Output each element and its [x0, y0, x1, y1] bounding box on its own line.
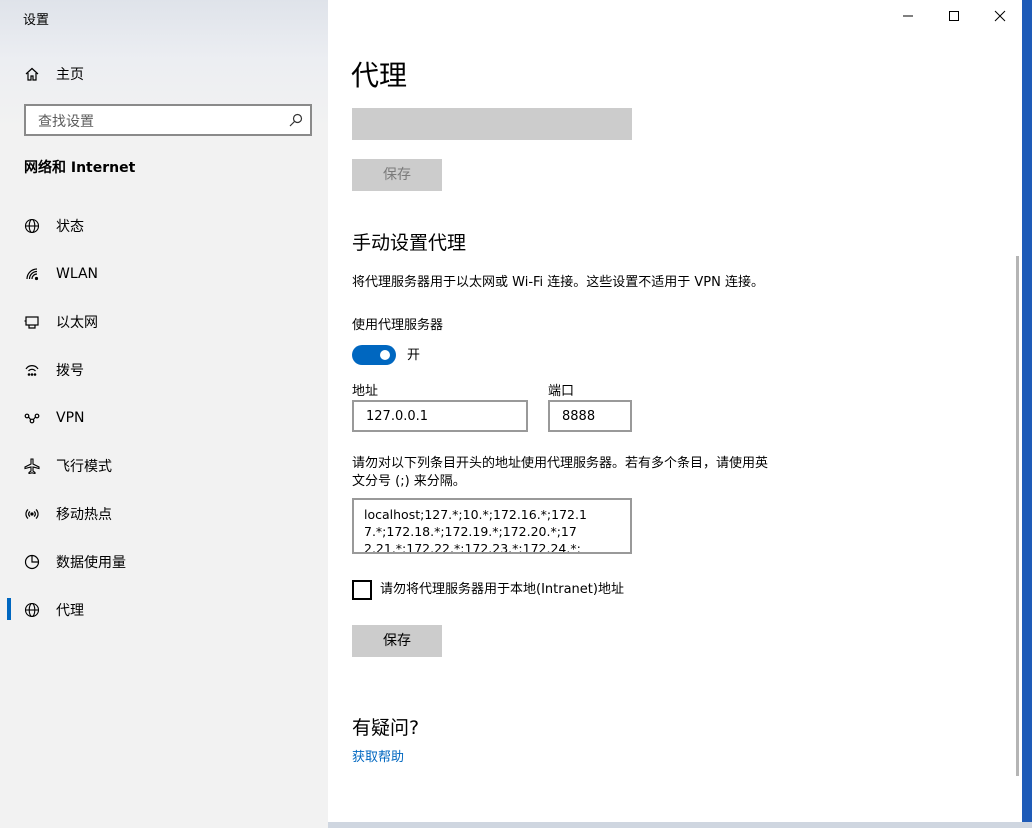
- use-proxy-label: 使用代理服务器: [352, 318, 444, 333]
- bypass-local-label: 请勿将代理服务器用于本地(Intranet)地址: [380, 582, 624, 597]
- search-icon[interactable]: [288, 112, 304, 128]
- question-heading: 有疑问?: [352, 717, 420, 739]
- search-box[interactable]: [24, 104, 312, 136]
- search-input[interactable]: [36, 112, 280, 132]
- address-label: 地址: [352, 384, 379, 399]
- get-help-link[interactable]: 获取帮助: [352, 746, 404, 765]
- sidebar-item-status[interactable]: 状态: [0, 206, 328, 246]
- sidebar-item-data-usage[interactable]: 数据使用量: [0, 542, 328, 582]
- page-title: 代理: [351, 59, 408, 92]
- dialup-icon: [23, 361, 41, 379]
- loading-placeholder: [352, 108, 632, 140]
- sidebar-item-airplane[interactable]: 飞行模式: [0, 446, 328, 486]
- sidebar-item-label: 拨号: [56, 363, 84, 379]
- sidebar-item-proxy[interactable]: 代理: [0, 590, 328, 630]
- minimize-button[interactable]: [885, 0, 931, 32]
- use-proxy-toggle[interactable]: [352, 345, 396, 365]
- sidebar-item-vpn[interactable]: VPN: [0, 398, 328, 438]
- close-button[interactable]: [977, 0, 1023, 32]
- toggle-state-label: 开: [407, 348, 421, 363]
- exceptions-description-line2: 文分号 (;) 来分隔。: [352, 474, 466, 489]
- wifi-icon: [23, 265, 41, 283]
- close-icon: [994, 10, 1006, 22]
- sidebar-item-label: 状态: [56, 219, 84, 235]
- scrollbar[interactable]: [1016, 256, 1019, 776]
- address-input[interactable]: [364, 408, 506, 425]
- exceptions-textarea[interactable]: localhost;127.*;10.*;172.16.*;172.17.*;1…: [352, 498, 632, 554]
- sidebar: 设置 主页 网络和 Internet 状态 WLAN 以太网: [0, 0, 328, 828]
- sidebar-item-hotspot[interactable]: 移动热点: [0, 494, 328, 534]
- address-field[interactable]: [352, 400, 528, 432]
- home-icon: [23, 65, 41, 83]
- vpn-icon: [23, 409, 41, 427]
- minimize-icon: [903, 15, 913, 17]
- sidebar-item-dialup[interactable]: 拨号: [0, 350, 328, 390]
- sidebar-item-wlan[interactable]: WLAN: [0, 254, 328, 294]
- hotspot-icon: [23, 505, 41, 523]
- data-usage-icon: [23, 553, 41, 571]
- toggle-knob: [380, 350, 390, 360]
- port-field[interactable]: [548, 400, 632, 432]
- manual-proxy-heading: 手动设置代理: [352, 232, 467, 254]
- desktop-background: [1022, 0, 1032, 828]
- sidebar-item-label: WLAN: [56, 266, 99, 282]
- sidebar-home[interactable]: 主页: [0, 54, 328, 94]
- sidebar-item-ethernet[interactable]: 以太网: [0, 302, 328, 342]
- save-button-disabled[interactable]: 保存: [352, 159, 442, 191]
- proxy-globe-icon: [23, 601, 41, 619]
- port-label: 端口: [548, 384, 575, 399]
- section-label: 网络和 Internet: [24, 160, 136, 176]
- status-globe-icon: [23, 217, 41, 235]
- ethernet-icon: [23, 313, 41, 331]
- maximize-icon: [949, 11, 959, 21]
- sidebar-item-label: 移动热点: [56, 507, 112, 523]
- port-input[interactable]: [560, 408, 628, 425]
- window-title: 设置: [23, 13, 50, 28]
- sidebar-item-label: 代理: [56, 603, 84, 619]
- sidebar-item-label: 飞行模式: [56, 459, 112, 475]
- sidebar-item-label: 以太网: [56, 315, 98, 331]
- save-button[interactable]: 保存: [352, 625, 442, 657]
- sidebar-item-label: 数据使用量: [56, 555, 126, 571]
- airplane-icon: [23, 457, 41, 475]
- sidebar-item-label: VPN: [56, 410, 85, 426]
- sidebar-home-label: 主页: [56, 67, 84, 83]
- exceptions-value: localhost;127.*;10.*;172.16.*;172.17.*;1…: [364, 507, 587, 554]
- bypass-local-checkbox[interactable]: [352, 580, 372, 600]
- exceptions-description-line1: 请勿对以下列条目开头的地址使用代理服务器。若有多个条目，请使用英: [352, 456, 769, 471]
- maximize-button[interactable]: [931, 0, 977, 32]
- manual-proxy-description: 将代理服务器用于以太网或 Wi-Fi 连接。这些设置不适用于 VPN 连接。: [352, 275, 765, 290]
